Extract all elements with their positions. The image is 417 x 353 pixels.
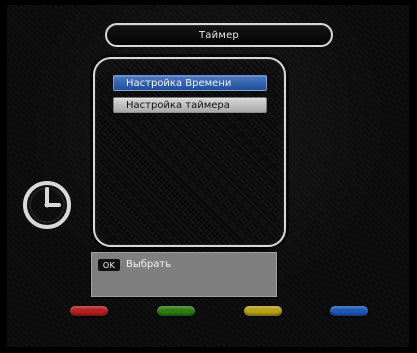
- green-key-button[interactable]: [157, 306, 195, 316]
- title-pill: Таймер: [105, 23, 333, 47]
- page-title: Таймер: [199, 29, 239, 41]
- red-key-button[interactable]: [70, 306, 108, 316]
- blue-key-button[interactable]: [330, 306, 368, 316]
- clock-icon: [21, 179, 73, 231]
- ok-key-label: OK: [102, 260, 116, 270]
- menu-item-timer-settings[interactable]: Настройка таймера: [113, 97, 267, 113]
- stb-screen: Таймер Настройка Времени Настройка тайме…: [7, 5, 409, 347]
- help-box: OK Выбрать: [91, 252, 277, 297]
- menu-item-label: Настройка таймера: [126, 99, 230, 111]
- help-action-text: Выбрать: [126, 259, 172, 270]
- menu-panel: Настройка Времени Настройка таймера: [93, 57, 286, 247]
- ok-key-badge: OK: [98, 259, 120, 271]
- menu-item-label: Настройка Времени: [126, 77, 232, 89]
- yellow-key-button[interactable]: [244, 306, 282, 316]
- menu-item-time-settings[interactable]: Настройка Времени: [113, 75, 267, 91]
